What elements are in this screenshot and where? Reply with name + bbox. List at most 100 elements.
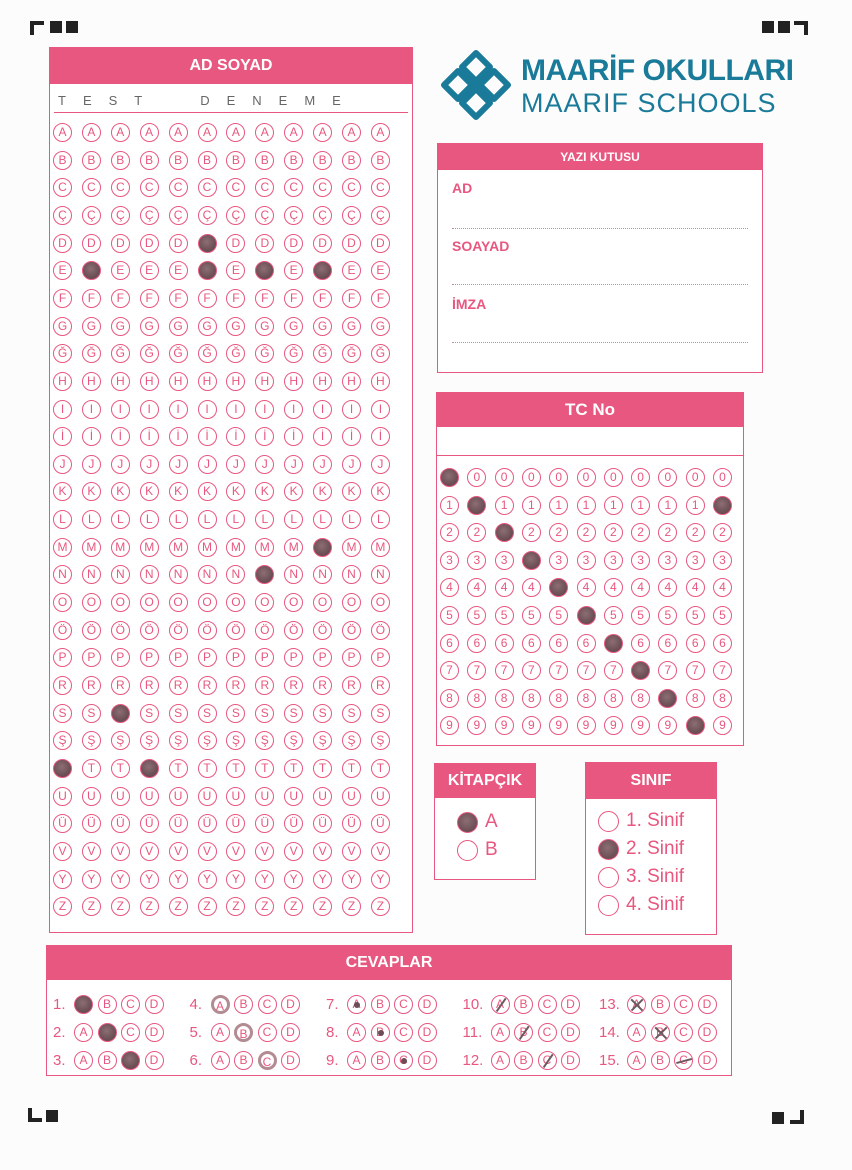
tc-digit-bubble[interactable]: 1 <box>576 495 596 515</box>
name-bubble[interactable]: Ğ <box>139 344 159 364</box>
name-bubble[interactable]: İ <box>370 427 390 447</box>
tc-digit-bubble[interactable]: 6 <box>521 633 541 653</box>
answer-bubble[interactable]: B <box>370 995 390 1014</box>
name-bubble[interactable]: R <box>197 676 217 695</box>
tc-digit-bubble[interactable]: 8 <box>576 688 596 708</box>
name-bubble[interactable]: G <box>370 316 390 336</box>
name-bubble[interactable]: B <box>53 150 72 170</box>
name-bubble[interactable]: F <box>81 288 101 308</box>
name-bubble[interactable]: P <box>110 648 130 668</box>
answer-bubble[interactable]: C <box>121 1051 140 1070</box>
name-bubble[interactable]: O <box>110 593 130 613</box>
name-bubble[interactable]: M <box>110 537 130 557</box>
tc-digit-bubble[interactable]: 5 <box>576 606 596 625</box>
name-bubble[interactable]: H <box>53 371 72 391</box>
name-bubble[interactable]: R <box>110 676 130 695</box>
name-bubble[interactable]: H <box>370 371 390 391</box>
name-bubble[interactable]: B <box>370 150 390 170</box>
answer-bubble[interactable]: A <box>490 1051 510 1070</box>
name-bubble[interactable]: S <box>313 703 333 723</box>
answer-bubble[interactable]: D <box>697 995 717 1014</box>
name-bubble[interactable]: F <box>370 288 390 308</box>
tc-digit-bubble[interactable]: 2 <box>576 523 596 543</box>
name-bubble[interactable]: J <box>139 454 159 474</box>
name-bubble[interactable]: F <box>53 288 72 308</box>
name-bubble[interactable]: D <box>110 233 130 253</box>
answer-bubble[interactable]: C <box>394 1051 413 1070</box>
name-bubble[interactable]: Ğ <box>168 344 188 364</box>
name-bubble[interactable]: Ö <box>370 620 390 640</box>
name-bubble[interactable]: I <box>197 399 217 419</box>
name-bubble[interactable]: B <box>81 150 101 170</box>
name-bubble[interactable]: B <box>313 150 333 170</box>
name-bubble[interactable]: G <box>226 316 246 336</box>
name-bubble[interactable]: I <box>110 399 130 419</box>
name-bubble[interactable]: D <box>81 233 101 253</box>
name-bubble[interactable]: L <box>110 510 130 530</box>
answer-bubble[interactable]: B <box>97 995 117 1014</box>
tc-digit-bubble[interactable]: 3 <box>549 550 569 570</box>
tc-digit-bubble[interactable]: 0 <box>494 468 514 487</box>
name-bubble[interactable]: M <box>342 537 361 557</box>
answer-bubble[interactable]: B <box>97 1023 117 1042</box>
name-bubble[interactable]: V <box>81 841 101 861</box>
name-bubble[interactable]: O <box>53 593 72 613</box>
tc-digit-bubble[interactable]: 2 <box>494 523 514 543</box>
name-bubble[interactable]: M <box>197 537 217 557</box>
answer-bubble[interactable]: B <box>234 1051 253 1070</box>
name-bubble[interactable]: U <box>226 786 246 806</box>
name-bubble[interactable]: A <box>342 123 361 142</box>
name-bubble[interactable]: J <box>313 454 333 474</box>
name-bubble[interactable]: Ü <box>110 814 130 834</box>
tc-digit-bubble[interactable]: 6 <box>549 633 569 653</box>
tc-digit-bubble[interactable]: 6 <box>467 633 487 653</box>
name-bubble[interactable]: K <box>168 482 188 502</box>
name-bubble[interactable]: I <box>255 399 275 419</box>
tc-digit-bubble[interactable]: 6 <box>631 633 651 653</box>
name-bubble[interactable]: G <box>53 316 72 336</box>
answer-bubble[interactable]: A <box>627 995 646 1014</box>
name-bubble[interactable]: Y <box>110 869 130 889</box>
name-write-box[interactable]: TEST DENEME <box>54 86 408 113</box>
name-bubble[interactable]: S <box>255 703 275 723</box>
answer-bubble[interactable]: A <box>210 995 230 1014</box>
answer-bubble[interactable]: B <box>234 1023 253 1042</box>
name-bubble[interactable]: O <box>370 593 390 613</box>
tc-digit-bubble[interactable]: 1 <box>521 495 541 515</box>
answer-bubble[interactable]: A <box>490 995 510 1014</box>
name-bubble[interactable]: J <box>370 454 390 474</box>
name-bubble[interactable]: L <box>139 510 159 530</box>
field-line-soyad[interactable] <box>452 284 748 285</box>
name-bubble[interactable]: Ü <box>81 814 101 834</box>
name-bubble[interactable]: T <box>197 758 217 778</box>
name-bubble[interactable]: Ö <box>226 620 246 640</box>
tc-digit-bubble[interactable]: 4 <box>576 578 596 598</box>
name-bubble[interactable]: L <box>53 510 72 530</box>
name-bubble[interactable]: M <box>284 537 304 557</box>
tc-digit-bubble[interactable]: 3 <box>494 550 514 570</box>
name-bubble[interactable]: B <box>168 150 188 170</box>
name-bubble[interactable]: Z <box>370 897 390 917</box>
name-bubble[interactable]: S <box>81 703 101 723</box>
tc-digit-bubble[interactable]: 1 <box>685 495 705 515</box>
name-bubble[interactable]: A <box>110 123 130 142</box>
tc-digit-bubble[interactable]: 8 <box>549 688 569 708</box>
name-bubble[interactable]: M <box>313 537 333 557</box>
name-bubble[interactable]: U <box>284 786 304 806</box>
name-bubble[interactable]: Ü <box>139 814 159 834</box>
name-bubble[interactable]: O <box>139 593 159 613</box>
name-bubble[interactable]: B <box>139 150 159 170</box>
answer-bubble[interactable]: B <box>370 1051 390 1070</box>
name-bubble[interactable]: U <box>81 786 101 806</box>
name-bubble[interactable]: V <box>313 841 333 861</box>
tc-digit-bubble[interactable]: 7 <box>521 661 541 681</box>
name-bubble[interactable]: A <box>370 123 390 142</box>
name-bubble[interactable]: I <box>139 399 159 419</box>
tc-digit-bubble[interactable]: 1 <box>467 495 487 515</box>
name-bubble[interactable]: J <box>53 454 72 474</box>
name-bubble[interactable]: U <box>197 786 217 806</box>
name-bubble[interactable]: V <box>168 841 188 861</box>
name-bubble[interactable]: E <box>168 261 188 281</box>
answer-bubble[interactable]: B <box>234 995 253 1014</box>
tc-digit-bubble[interactable]: 0 <box>440 468 459 487</box>
